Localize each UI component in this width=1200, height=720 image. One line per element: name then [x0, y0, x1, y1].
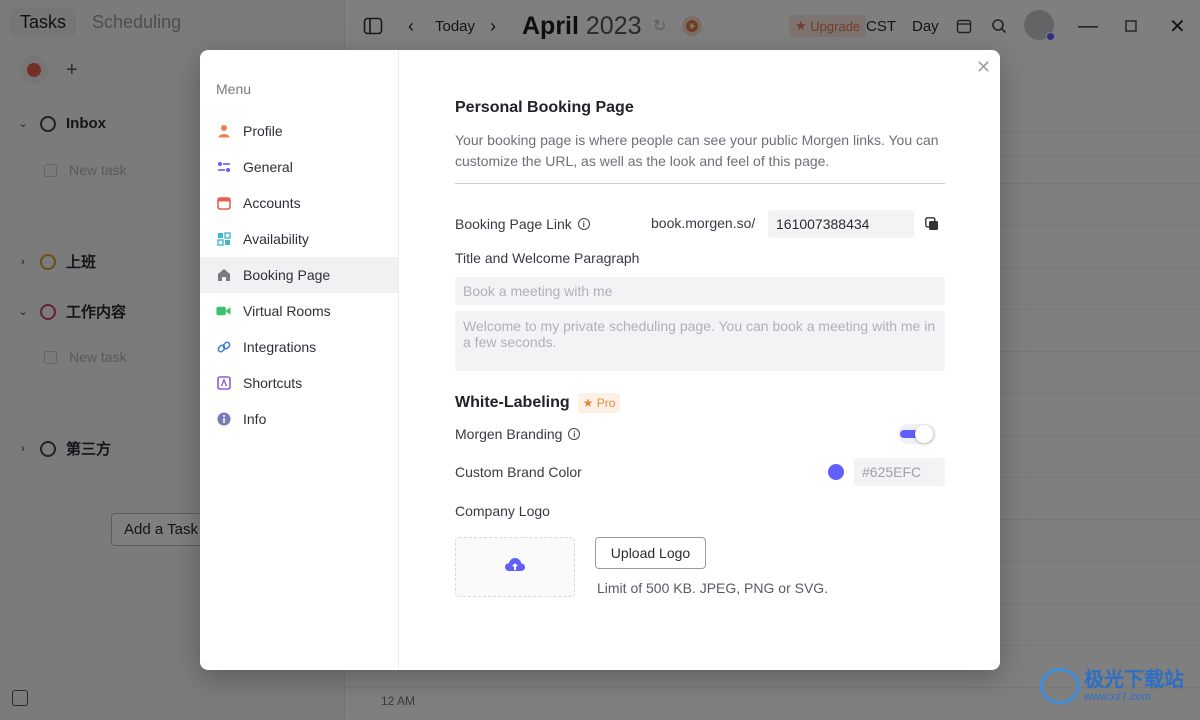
menu-item-shortcuts[interactable]: Shortcuts	[200, 365, 398, 401]
general-icon	[216, 160, 231, 175]
video-icon	[216, 304, 231, 319]
menu-item-label: Availability	[243, 231, 309, 247]
home-icon	[216, 268, 231, 283]
watermark-url: www.xz7.com	[1084, 691, 1152, 703]
menu-item-booking-page[interactable]: Booking Page	[200, 257, 398, 293]
pro-badge: ★ Pro	[577, 393, 621, 413]
calendar-icon	[216, 196, 231, 211]
watermark-logo-icon	[1040, 668, 1080, 704]
menu-item-label: Virtual Rooms	[243, 303, 331, 319]
availability-icon	[216, 232, 231, 247]
menu-item-general[interactable]: General	[200, 149, 398, 185]
page-description: Your booking page is where people can se…	[455, 132, 939, 169]
info-icon	[216, 412, 231, 427]
white-labeling-title: White-Labeling	[455, 394, 570, 411]
booking-link-input[interactable]: 161007388434	[768, 210, 914, 238]
company-logo-label: Company Logo	[455, 503, 550, 519]
settings-modal: Menu Profile General Accounts Availabili…	[200, 50, 1000, 670]
divider	[455, 183, 945, 184]
menu-item-virtual-rooms[interactable]: Virtual Rooms	[200, 293, 398, 329]
link-icon	[216, 340, 231, 355]
menu-heading: Menu	[216, 81, 252, 97]
menu-item-info[interactable]: Info	[200, 401, 398, 437]
brand-color-label: Custom Brand Color	[455, 464, 582, 480]
toggle-knob	[915, 425, 933, 443]
watermark: 极光下载站 www.xz7.com	[1040, 668, 1184, 704]
menu-item-availability[interactable]: Availability	[200, 221, 398, 257]
copy-icon[interactable]	[925, 217, 938, 230]
cloud-upload-icon	[504, 556, 526, 579]
title-section-label: Title and Welcome Paragraph	[455, 250, 640, 266]
color-swatch[interactable]	[828, 464, 844, 480]
watermark-text: 极光下载站 www.xz7.com	[1084, 669, 1184, 703]
menu-item-profile[interactable]: Profile	[200, 113, 398, 149]
brand-color-input[interactable]: #625EFC	[854, 458, 945, 486]
logo-dropzone[interactable]	[455, 537, 575, 597]
shortcuts-icon	[216, 376, 231, 391]
menu-item-label: Profile	[243, 123, 283, 139]
booking-link-prefix: book.morgen.so/	[651, 215, 756, 231]
info-icon[interactable]: i	[577, 218, 590, 230]
booking-link-label: Booking Page Link i	[455, 216, 590, 232]
menu-item-label: Booking Page	[243, 267, 331, 283]
menu-item-label: Accounts	[243, 195, 301, 211]
page-title: Personal Booking Page	[455, 99, 634, 116]
menu-item-accounts[interactable]: Accounts	[200, 185, 398, 221]
menu-item-label: General	[243, 159, 293, 175]
menu-item-label: Shortcuts	[243, 375, 303, 391]
info-icon[interactable]: i	[568, 428, 581, 440]
pro-badge-label: Pro	[596, 396, 616, 410]
branding-label: Morgen Branding i	[455, 426, 581, 442]
title-input[interactable]: Book a meeting with me	[455, 277, 945, 305]
settings-menu: Menu Profile General Accounts Availabili…	[200, 50, 399, 670]
welcome-textarea[interactable]: Welcome to my private scheduling page. Y…	[455, 311, 945, 371]
branding-toggle[interactable]	[898, 424, 936, 444]
upload-logo-button[interactable]: Upload Logo	[595, 537, 706, 569]
branding-label-text: Morgen Branding	[455, 426, 563, 442]
watermark-title: 极光下载站	[1084, 669, 1184, 691]
menu-item-integrations[interactable]: Integrations	[200, 329, 398, 365]
profile-icon	[216, 124, 231, 139]
white-labeling-heading: White-Labeling ★ Pro	[455, 393, 621, 413]
menu-item-label: Integrations	[243, 339, 317, 355]
close-icon[interactable]: ✕	[976, 58, 991, 76]
upload-limit-text: Limit of 500 KB. JPEG, PNG or SVG.	[597, 580, 829, 596]
menu-item-label: Info	[243, 411, 267, 427]
booking-link-label-text: Booking Page Link	[455, 216, 572, 232]
